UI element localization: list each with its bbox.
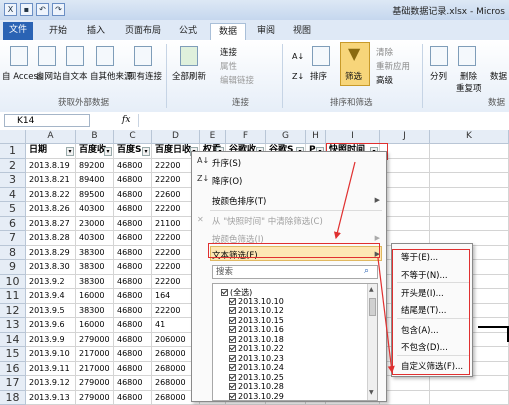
text-filter-highlight-box (208, 243, 380, 258)
submenu-highlight-box (392, 249, 470, 375)
arrow-header-to-textfilter (336, 162, 355, 238)
arrow-textfilter-to-submenu (378, 258, 392, 372)
active-cell-k14[interactable] (478, 326, 509, 342)
